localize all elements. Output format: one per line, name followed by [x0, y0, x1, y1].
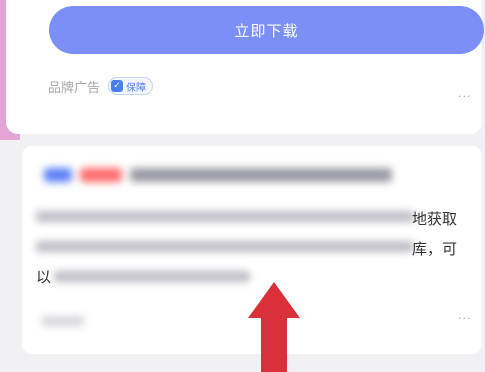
up-arrow-annotation [248, 282, 300, 372]
